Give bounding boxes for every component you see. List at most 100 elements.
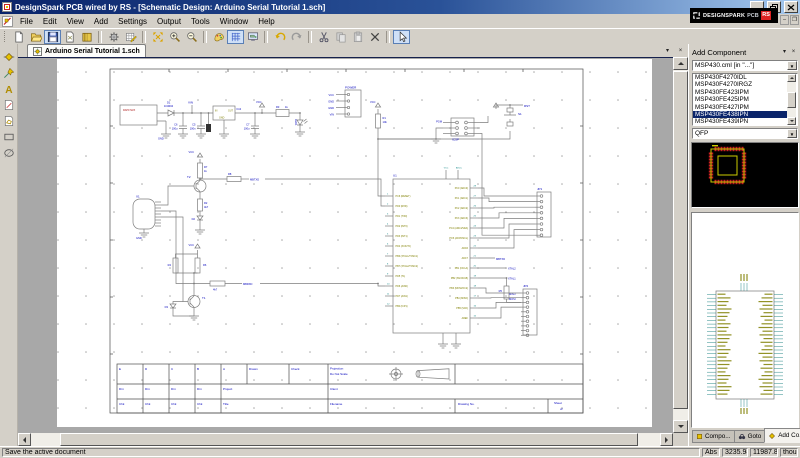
status-bar: Save the active document Abs 3235.98 119… bbox=[0, 446, 800, 458]
add-component-tool[interactable] bbox=[1, 49, 16, 64]
scroll-down-button[interactable] bbox=[673, 420, 688, 433]
tab-components[interactable]: Compo... bbox=[692, 430, 734, 443]
add-shape-line-tool[interactable] bbox=[1, 97, 16, 112]
open-button[interactable] bbox=[27, 30, 44, 44]
panel-close-icon[interactable]: × bbox=[789, 48, 798, 57]
svg-text:Drawing No.: Drawing No. bbox=[458, 402, 475, 406]
package-combo[interactable]: QFP ▼ bbox=[692, 128, 798, 139]
delete-button[interactable] bbox=[366, 30, 383, 44]
svg-text:VCC: VCC bbox=[329, 93, 335, 97]
panel-tabs: Compo... Goto Add Co... bbox=[692, 430, 800, 443]
schematic-canvas[interactable]: RAPC722X D1 1N4004 VIN C6 100u C5 100n I… bbox=[18, 58, 673, 433]
toolbar-grip[interactable] bbox=[4, 31, 8, 42]
zoom-in-button[interactable] bbox=[166, 30, 183, 44]
library-combo[interactable]: MSP430.cml [in "..."] ▼ bbox=[692, 60, 798, 71]
panel-pin-icon[interactable]: ▾ bbox=[780, 48, 789, 57]
add-component-panel: Add Component ▾ × MSP430.cml [in "..."] … bbox=[688, 44, 800, 446]
scroll-up-button[interactable] bbox=[673, 57, 688, 70]
add-rectangle-tool[interactable] bbox=[1, 129, 16, 144]
horizontal-scroll-thumb[interactable] bbox=[60, 433, 638, 446]
new-button[interactable] bbox=[10, 30, 27, 44]
tab-arduino-serial-tutorial[interactable]: Arduino Serial Tutorial 1.sch bbox=[27, 44, 146, 57]
component-list-item[interactable]: MSP430FE438IPN bbox=[693, 111, 790, 118]
vertical-scrollbar[interactable] bbox=[673, 57, 688, 433]
design-technology-button[interactable] bbox=[122, 30, 139, 44]
grid-button[interactable] bbox=[227, 30, 244, 44]
menu-output[interactable]: Output bbox=[152, 16, 186, 27]
svg-text:PD7 (AIN1): PD7 (AIN1) bbox=[396, 295, 408, 298]
document-system-icon[interactable] bbox=[2, 16, 13, 27]
component-list-item[interactable]: MSP430FE427IPM bbox=[693, 104, 790, 111]
add-shape-polygon-tool[interactable] bbox=[1, 113, 16, 128]
component-list-item[interactable]: MSP430FE439IPN bbox=[693, 118, 790, 125]
scroll-right-button[interactable] bbox=[660, 433, 673, 446]
svg-text:PD5 (T1): PD5 (T1) bbox=[396, 275, 406, 278]
menu-help[interactable]: Help bbox=[253, 16, 279, 27]
svg-text:PB5 (SCK): PB5 (SCK) bbox=[456, 307, 468, 310]
undo-button[interactable] bbox=[271, 30, 288, 44]
svg-text:GND: GND bbox=[328, 106, 334, 110]
add-text-tool[interactable]: A bbox=[1, 81, 16, 96]
component-list[interactable]: MSP430F4270IDLMSP430F4270IRGZMSP430FE423… bbox=[692, 73, 798, 126]
canvas-area[interactable]: RAPC722X D1 1N4004 VIN C6 100u C5 100n I… bbox=[18, 57, 673, 433]
list-scroll-up-button[interactable] bbox=[787, 74, 796, 82]
settings-button[interactable] bbox=[105, 30, 122, 44]
component-list-item[interactable]: MSP430F4270IDL bbox=[693, 74, 790, 81]
copy-button[interactable] bbox=[332, 30, 349, 44]
child-minimize-button[interactable]: – bbox=[780, 15, 789, 25]
design-browser-button[interactable] bbox=[244, 30, 261, 44]
menu-file[interactable]: File bbox=[15, 16, 38, 27]
svg-text:Chk: Chk bbox=[119, 402, 125, 406]
vertical-scroll-thumb[interactable] bbox=[673, 71, 688, 409]
zoom-out-button[interactable] bbox=[183, 30, 200, 44]
component-list-scrollbar[interactable] bbox=[787, 74, 796, 125]
svg-text:IN: IN bbox=[215, 110, 218, 113]
close-button[interactable] bbox=[784, 1, 798, 13]
add-ellipse-tool[interactable] bbox=[1, 145, 16, 160]
main-toolbar bbox=[0, 28, 800, 44]
svg-text:PC4 (ADC4/SDA): PC4 (ADC4/SDA) bbox=[449, 227, 468, 230]
tab-add-component[interactable]: Add Co... bbox=[764, 428, 800, 443]
app-icon[interactable] bbox=[2, 2, 12, 12]
libraries-button[interactable] bbox=[78, 30, 95, 44]
save-button[interactable] bbox=[44, 30, 61, 44]
horizontal-scrollbar[interactable] bbox=[18, 433, 673, 446]
tab-goto[interactable]: Goto bbox=[734, 430, 765, 443]
menu-view[interactable]: View bbox=[62, 16, 89, 27]
chevron-down-icon[interactable]: ▼ bbox=[787, 129, 797, 138]
svg-text:R5: R5 bbox=[499, 289, 503, 293]
cut-button[interactable] bbox=[315, 30, 332, 44]
svg-text:MISO: MISO bbox=[509, 292, 516, 296]
close-design-button[interactable] bbox=[61, 30, 78, 44]
chevron-down-icon[interactable]: ▼ bbox=[787, 61, 797, 70]
svg-text:1N4004: 1N4004 bbox=[164, 104, 174, 108]
svg-text:Chk: Chk bbox=[197, 402, 203, 406]
library-combo-value: MSP430.cml [in "..."] bbox=[693, 62, 787, 69]
menu-add[interactable]: Add bbox=[89, 16, 113, 27]
menu-settings[interactable]: Settings bbox=[113, 16, 152, 27]
add-connection-tool[interactable] bbox=[1, 65, 16, 80]
document-pin-button[interactable]: ▾ bbox=[662, 46, 673, 56]
svg-text:Projection: Projection bbox=[330, 367, 344, 371]
component-list-item[interactable]: MSP430FE425IPM bbox=[693, 96, 790, 103]
menu-window[interactable]: Window bbox=[215, 16, 253, 27]
status-y-coordinate: 11987.82 bbox=[750, 448, 778, 457]
brand-pcb: PCB bbox=[747, 13, 759, 19]
select-pointer-button[interactable] bbox=[393, 30, 410, 44]
component-list-item[interactable]: MSP430F4270IRGZ bbox=[693, 81, 790, 88]
footprint-drawing bbox=[692, 143, 798, 207]
menu-tools[interactable]: Tools bbox=[186, 16, 215, 27]
paste-button[interactable] bbox=[349, 30, 366, 44]
redo-button[interactable] bbox=[288, 30, 305, 44]
scroll-left-button[interactable] bbox=[18, 433, 31, 446]
component-list-item[interactable]: MSP430FE423IPM bbox=[693, 89, 790, 96]
colors-button[interactable] bbox=[210, 30, 227, 44]
svg-text:C5: C5 bbox=[192, 123, 196, 127]
document-close-button[interactable]: × bbox=[675, 46, 686, 56]
list-scroll-thumb[interactable] bbox=[787, 92, 796, 108]
list-scroll-down-button[interactable] bbox=[787, 117, 796, 125]
zoom-fit-button[interactable] bbox=[149, 30, 166, 44]
title-bar: DesignSpark PCB wired by RS - [Schematic… bbox=[0, 0, 800, 14]
menu-edit[interactable]: Edit bbox=[38, 16, 62, 27]
child-restore-button[interactable]: ❐ bbox=[790, 15, 799, 25]
